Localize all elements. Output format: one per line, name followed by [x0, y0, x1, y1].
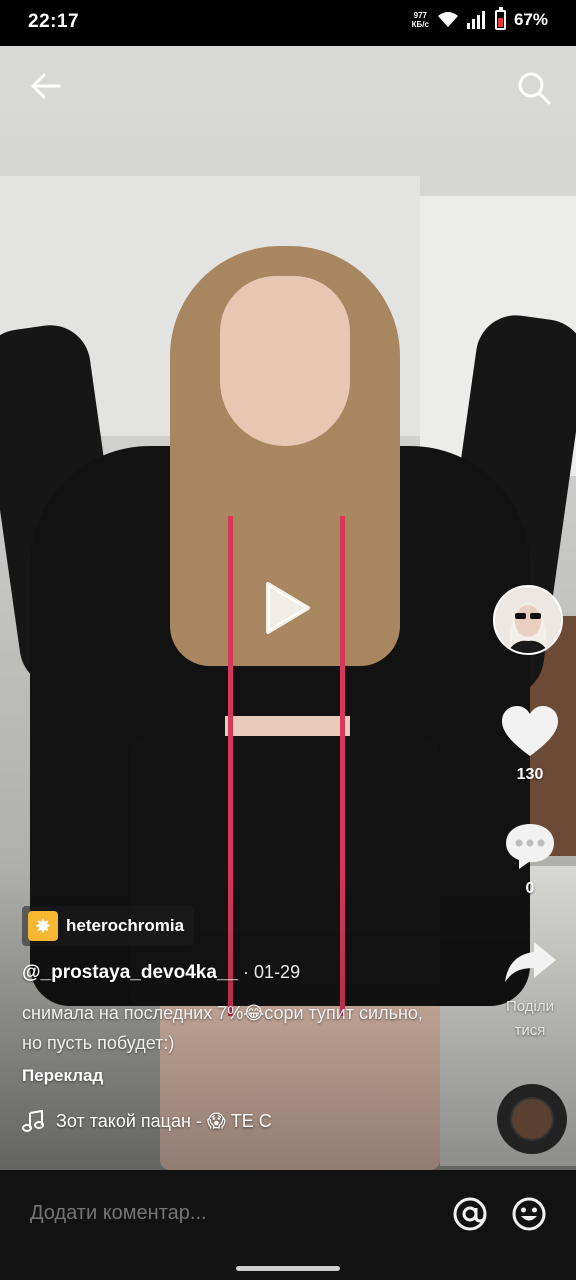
signal-icon: [466, 11, 485, 29]
net-speed-unit: КБ/с: [411, 20, 429, 29]
share-label-line-2: тися: [514, 1022, 546, 1039]
comment-count: 0: [525, 880, 535, 897]
translate-button[interactable]: Переклад: [22, 1066, 103, 1086]
status-time: 22:17: [28, 11, 80, 32]
mention-icon[interactable]: [452, 1196, 488, 1232]
comment-icon[interactable]: [502, 820, 558, 872]
effect-name: heterochromia: [66, 916, 185, 935]
comment-bar: [0, 1170, 576, 1280]
share-label[interactable]: Поділи тися: [490, 995, 570, 1043]
username-link[interactable]: @_prostaya_devo4ka__: [22, 962, 238, 983]
status-bar: 22:17 977 КБ/с 67%: [0, 0, 576, 46]
post-date: · 01-29: [238, 962, 301, 982]
emoji-icon[interactable]: [511, 1196, 547, 1232]
creator-avatar[interactable]: [493, 585, 563, 655]
back-button[interactable]: [26, 66, 66, 106]
avatar-image: [495, 587, 561, 653]
music-row[interactable]: Зот такой пацан - 😱 TE C: [22, 1110, 286, 1132]
music-title: Зот такой пацан - 😱 TE C: [56, 1110, 272, 1131]
music-disc[interactable]: [497, 1084, 567, 1154]
search-button[interactable]: [512, 66, 556, 110]
battery-icon: [494, 7, 506, 30]
battery-percent: 67%: [513, 10, 548, 29]
status-icons: 977 КБ/с 67%: [412, 7, 548, 30]
search-icon: [518, 72, 551, 105]
effect-tag[interactable]: ✸ heterochromia: [22, 906, 195, 946]
music-note-icon: [22, 1110, 44, 1132]
net-speed: 977 КБ/с: [412, 11, 429, 29]
like-count: 130: [516, 766, 544, 783]
video-subject: [220, 276, 350, 446]
back-arrow-icon: [31, 73, 61, 99]
heart-icon[interactable]: [500, 704, 560, 760]
wifi-icon: [437, 12, 458, 27]
play-icon[interactable]: [262, 580, 312, 636]
sparkle-icon: ✸: [28, 911, 58, 941]
home-indicator[interactable]: [236, 1266, 340, 1271]
share-label-line-1: Поділи: [505, 998, 554, 1015]
video-description: снимала на последних 7%😂сори тупит сильн…: [22, 1003, 423, 1053]
share-icon[interactable]: [502, 938, 558, 986]
net-speed-value: 977: [413, 11, 427, 20]
user-line: @_prostaya_devo4ka__ · 01-29: [22, 962, 300, 984]
music-cover: [510, 1097, 554, 1141]
battery-level: [497, 18, 503, 27]
comment-input[interactable]: [30, 1202, 420, 1225]
